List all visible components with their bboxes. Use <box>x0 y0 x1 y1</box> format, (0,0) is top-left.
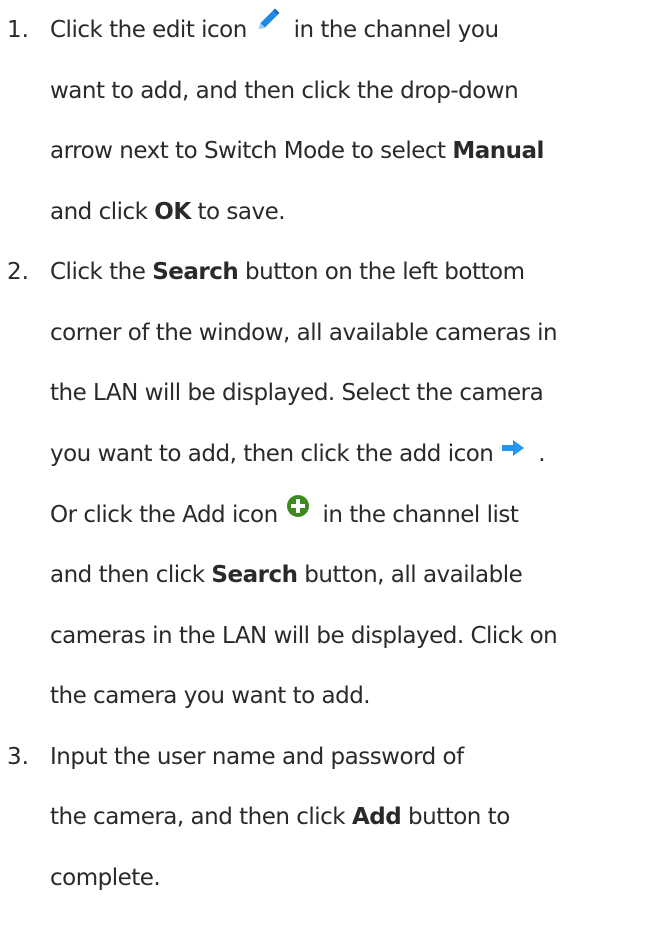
text-segment: in the channel you <box>286 17 499 43</box>
step-line: Click the edit icon in the channel you <box>50 0 659 61</box>
step-text: Input the user name and password of the … <box>50 727 659 909</box>
step-text: Click the Search button on the left bott… <box>50 242 659 727</box>
arrow-right-icon <box>501 420 525 481</box>
step-line: you want to add, then click the add icon… <box>50 424 659 485</box>
bold-term: OK <box>154 198 191 225</box>
step-line: the camera you want to add. <box>50 683 371 710</box>
step-line: and click OK to save. <box>50 182 659 243</box>
add-circle-icon <box>286 481 310 542</box>
text-segment: button on the left bottom <box>238 259 525 286</box>
step-line: and then click Search button, all availa… <box>50 545 659 606</box>
text-segment: and then click <box>50 562 212 589</box>
text-segment: button, all available <box>297 562 523 589</box>
text-segment: arrow next to Switch Mode to select <box>50 138 453 165</box>
step-1: 1. Click the edit icon in the channel yo… <box>0 0 659 242</box>
bold-term: Manual <box>452 138 544 165</box>
text-segment: button to <box>401 804 510 831</box>
step-line: cameras in the LAN will be displayed. Cl… <box>50 622 558 649</box>
step-line: the LAN will be displayed. Select the ca… <box>50 380 544 407</box>
text-segment: to save. <box>190 198 286 225</box>
text-segment: the camera, and then click <box>50 804 352 831</box>
text-segment: in the channel list <box>315 501 519 528</box>
text-segment: you want to add, then click the add icon <box>50 440 494 467</box>
step-3: 3. Input the user name and password of t… <box>0 727 659 909</box>
bold-term: Search <box>152 259 239 286</box>
text-segment: . <box>531 440 546 467</box>
instructions-document: 1. Click the edit icon in the channel yo… <box>0 0 659 908</box>
step-line: Input the user name and password of <box>50 743 464 770</box>
step-text: Click the edit icon in the channel you w… <box>50 0 659 242</box>
step-number: 1. <box>7 17 29 43</box>
pencil-icon <box>255 0 281 57</box>
bold-term: Search <box>211 562 298 589</box>
step-2: 2. Click the Search button on the left b… <box>0 242 659 727</box>
step-line: corner of the window, all available came… <box>50 319 558 346</box>
text-segment: and click <box>50 198 155 225</box>
step-line: arrow next to Switch Mode to select Manu… <box>50 121 659 182</box>
step-number: 3. <box>7 743 29 770</box>
step-line: Or click the Add icon in the channel lis… <box>50 485 659 546</box>
step-line: Click the Search button on the left bott… <box>50 242 659 303</box>
step-line: the camera, and then click Add button to <box>50 787 659 848</box>
step-number: 2. <box>7 259 29 286</box>
text-segment: Click the <box>50 259 153 286</box>
text-segment: Or click the Add icon <box>50 501 278 528</box>
text-segment: Click the edit icon <box>50 17 247 43</box>
step-line: complete. <box>50 864 161 891</box>
bold-term: Add <box>351 804 402 831</box>
step-line: want to add, and then click the drop-dow… <box>50 77 519 104</box>
